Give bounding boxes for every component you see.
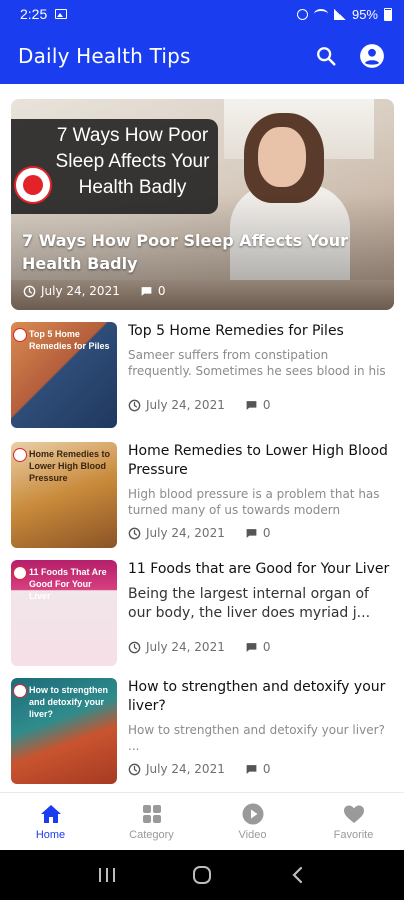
article-date: July 24, 2021 — [146, 398, 225, 412]
alarm-icon — [296, 8, 308, 20]
article-thumbnail: Home Remedies to Lower High Blood Pressu… — [11, 442, 117, 548]
signal-icon — [333, 8, 346, 20]
gallery-icon — [55, 9, 68, 19]
article-thumbnail-caption: Home Remedies to Lower High Blood Pressu… — [29, 449, 111, 483]
search-icon — [317, 47, 336, 66]
article-thumbnail: Top 5 Home Remedies for Piles — [11, 322, 117, 428]
comment-icon — [141, 286, 152, 296]
app-title: Daily Health Tips — [18, 44, 191, 68]
article-thumbnail: How to strengthen and detoxify your live… — [11, 678, 117, 784]
comment-icon — [246, 528, 257, 538]
article-comment-count: 0 — [262, 762, 271, 776]
apple-logo-icon — [13, 684, 27, 698]
article-feed[interactable]: 7 Ways How Poor Sleep Affects Your Healt… — [0, 84, 404, 792]
apple-logo-icon — [13, 566, 27, 580]
apple-logo-icon — [13, 328, 27, 342]
article-date: July 24, 2021 — [146, 526, 225, 540]
battery-icon — [384, 7, 392, 21]
article-list-item[interactable]: Home Remedies to Lower High Blood Pressu… — [11, 442, 394, 548]
nav-category-label: Category — [129, 829, 174, 841]
nav-favorite[interactable]: Favorite — [303, 793, 404, 850]
comment-icon — [246, 642, 257, 652]
system-navigation-bar — [0, 850, 404, 900]
article-thumbnail: 11 Foods That Are Good For Your Liver — [11, 560, 117, 666]
article-excerpt: Sameer suffers from constipation frequen… — [128, 348, 386, 378]
article-meta: July 24, 2021 0 — [128, 526, 270, 540]
featured-image-banner: 7 Ways How Poor Sleep Affects Your Healt… — [11, 119, 218, 214]
comment-icon — [246, 764, 257, 774]
article-list-item[interactable]: How to strengthen and detoxify your live… — [11, 678, 394, 784]
featured-image-banner-text: 7 Ways How Poor Sleep Affects Your Healt… — [55, 125, 210, 198]
article-thumbnail-caption: Top 5 Home Remedies for Piles — [29, 329, 110, 351]
article-meta: July 24, 2021 0 — [128, 398, 270, 412]
article-title: Home Remedies to Lower High Blood Pressu… — [128, 443, 388, 478]
article-date: July 24, 2021 — [146, 762, 225, 776]
nav-video[interactable]: Video — [202, 793, 303, 850]
back-chevron-icon — [292, 866, 302, 884]
recent-apps-icon — [99, 868, 116, 882]
play-circle-icon — [242, 803, 263, 825]
clock-icon — [128, 399, 141, 411]
heart-icon — [343, 805, 364, 823]
article-excerpt: High blood pressure is a problem that ha… — [128, 487, 380, 517]
featured-article-card[interactable]: 7 Ways How Poor Sleep Affects Your Healt… — [11, 99, 394, 310]
article-title: 11 Foods that are Good for Your Liver — [128, 561, 390, 577]
home-system-button[interactable] — [182, 855, 222, 895]
article-thumbnail-caption: How to strengthen and detoxify your live… — [29, 685, 108, 719]
clock-icon — [128, 641, 141, 653]
home-icon — [40, 805, 61, 823]
back-button[interactable] — [277, 855, 317, 895]
account-circle-icon — [360, 44, 384, 68]
article-title: How to strengthen and detoxify your live… — [128, 679, 386, 714]
featured-article-date: July 24, 2021 — [41, 284, 120, 298]
comment-icon — [246, 400, 257, 410]
article-thumbnail-caption: 11 Foods That Are Good For Your Liver — [29, 567, 107, 601]
nav-favorite-label: Favorite — [333, 829, 374, 841]
article-meta: July 24, 2021 0 — [128, 762, 270, 776]
battery-percentage: 95% — [351, 6, 378, 22]
article-excerpt: How to strengthen and detoxify your live… — [128, 723, 385, 753]
article-excerpt: Being the largest internal organ of our … — [128, 586, 371, 621]
home-circle-icon — [192, 866, 211, 884]
featured-article-title: 7 Ways How Poor Sleep Affects Your Healt… — [22, 231, 349, 273]
article-list-item[interactable]: 11 Foods That Are Good For Your Liver 11… — [11, 560, 394, 666]
bottom-navigation: Home Category Video Favorite — [0, 792, 404, 850]
nav-home[interactable]: Home — [0, 793, 101, 850]
article-title: Top 5 Home Remedies for Piles — [128, 323, 344, 339]
app-bar: Daily Health Tips — [0, 28, 404, 84]
recent-apps-button[interactable] — [87, 855, 127, 895]
article-comment-count: 0 — [262, 640, 271, 654]
article-meta: July 24, 2021 0 — [128, 640, 270, 654]
apple-logo-icon — [14, 166, 52, 204]
article-date: July 24, 2021 — [146, 640, 225, 654]
nav-home-label: Home — [35, 829, 66, 841]
status-bar: 2:25 95% — [0, 0, 404, 28]
article-list-item[interactable]: Top 5 Home Remedies for Piles Top 5 Home… — [11, 322, 394, 428]
featured-article-comment-count: 0 — [157, 284, 166, 298]
clock-icon — [23, 285, 36, 297]
nav-video-label: Video — [238, 829, 267, 841]
grid-icon — [142, 805, 161, 823]
apple-logo-icon — [13, 448, 27, 462]
featured-article-meta: July 24, 2021 0 — [23, 284, 165, 298]
account-button[interactable] — [358, 42, 386, 70]
wifi-icon — [313, 9, 328, 19]
clock-icon — [128, 763, 141, 775]
status-time: 2:25 — [20, 6, 48, 22]
clock-icon — [128, 527, 141, 539]
search-button[interactable] — [312, 42, 340, 70]
article-comment-count: 0 — [262, 526, 271, 540]
article-comment-count: 0 — [262, 398, 271, 412]
nav-category[interactable]: Category — [101, 793, 202, 850]
